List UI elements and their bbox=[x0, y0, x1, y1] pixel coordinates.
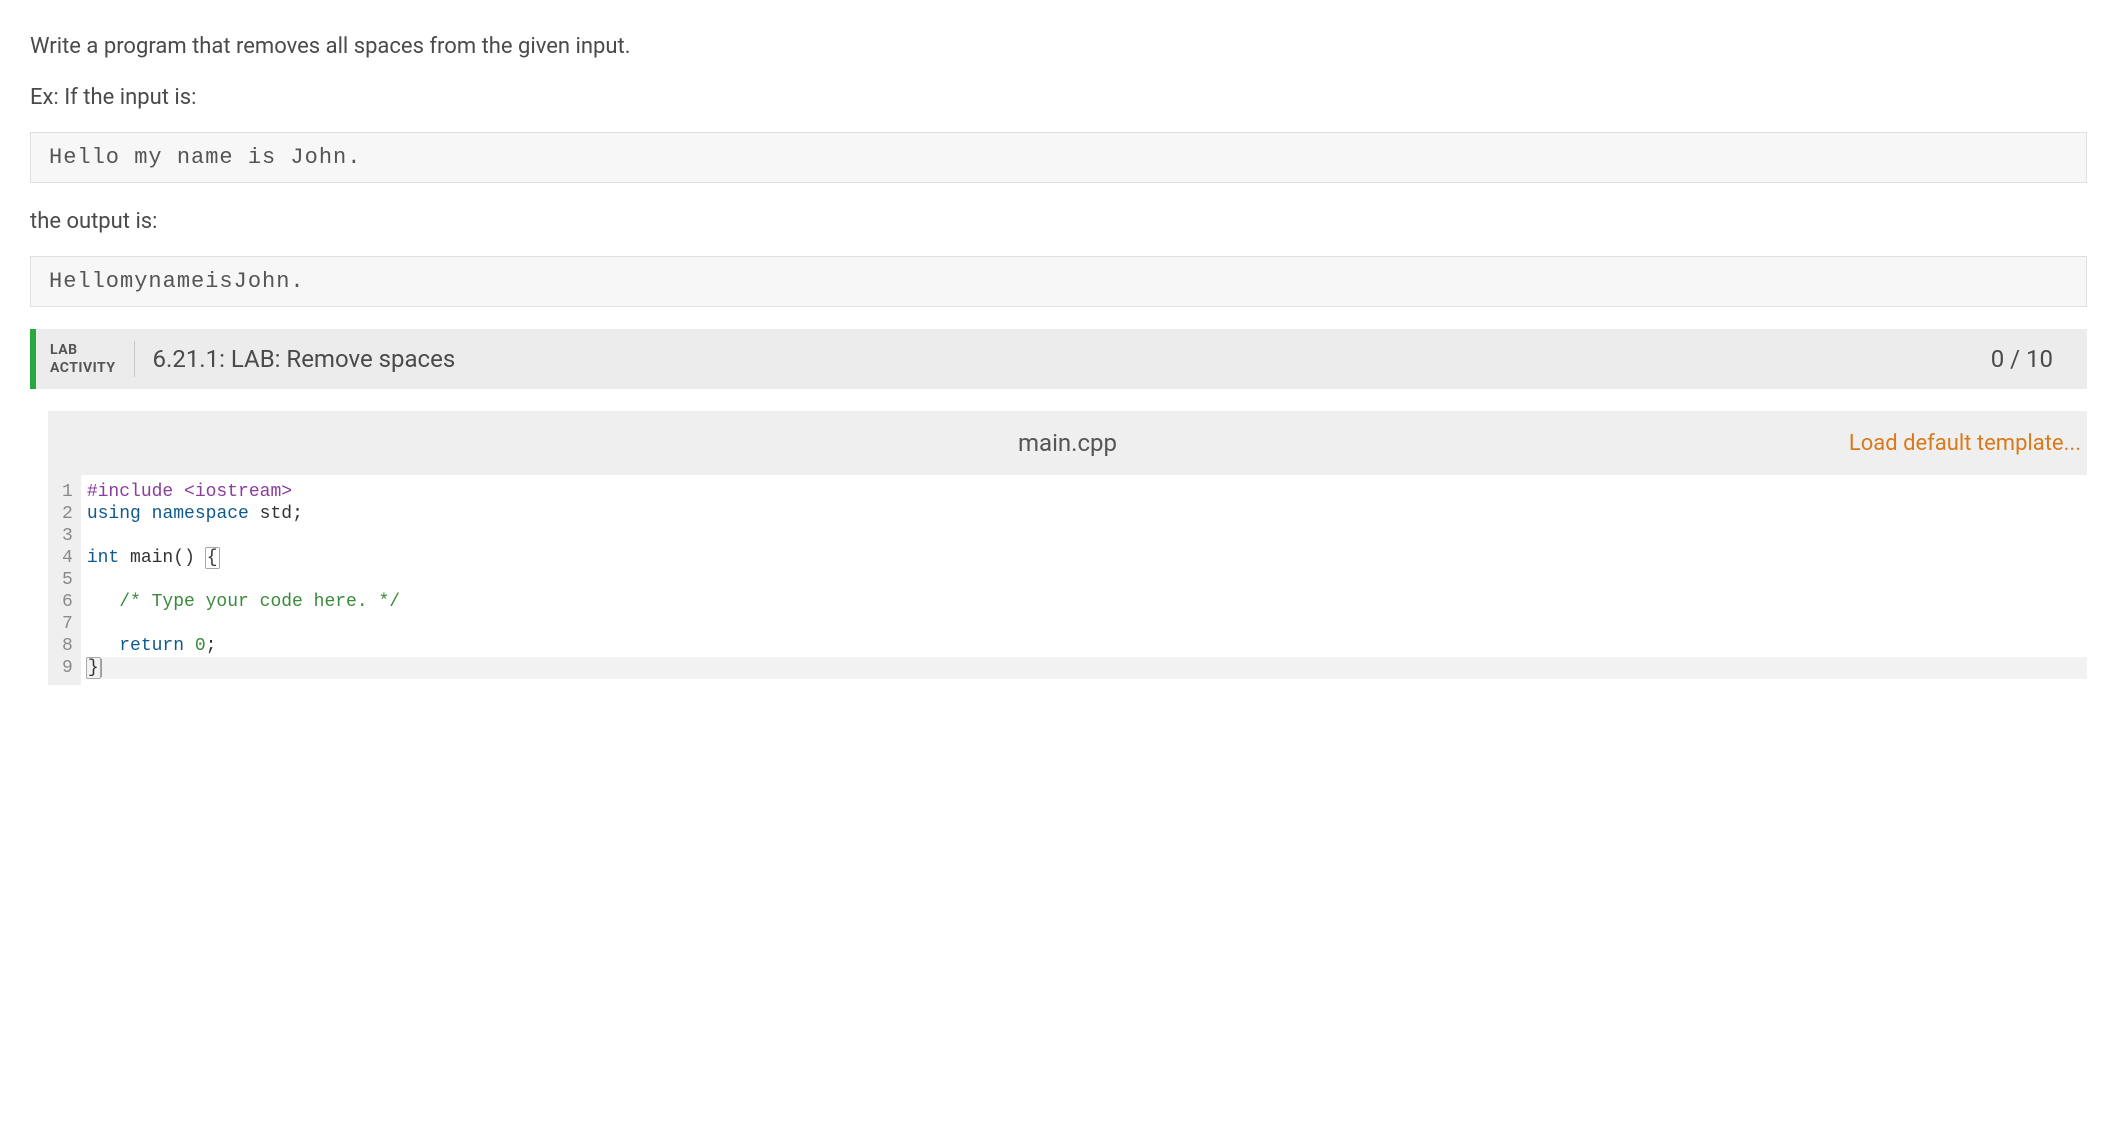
code-line[interactable]: return 0; bbox=[87, 635, 2087, 657]
lab-score: 0 / 10 bbox=[1991, 345, 2053, 373]
lab-badge-line1: LAB bbox=[50, 341, 116, 359]
line-number: 1 bbox=[62, 481, 73, 503]
lab-header: LAB ACTIVITY 6.21.1: LAB: Remove spaces … bbox=[30, 329, 2087, 389]
line-number: 6 bbox=[62, 591, 73, 613]
prompt-output-label: the output is: bbox=[30, 205, 2087, 238]
example-output-block: HellomynameisJohn. bbox=[30, 256, 2087, 307]
code-line[interactable] bbox=[87, 525, 2087, 547]
editor-panel: main.cpp Load default template... 123456… bbox=[48, 411, 2087, 685]
line-number-gutter: 123456789 bbox=[48, 475, 81, 685]
code-line[interactable]: } bbox=[87, 657, 2087, 679]
line-number: 3 bbox=[62, 525, 73, 547]
editor-tabbar: main.cpp Load default template... bbox=[48, 411, 2087, 475]
prompt-example-label: Ex: If the input is: bbox=[30, 81, 2087, 114]
load-default-template-link[interactable]: Load default template... bbox=[1849, 431, 2087, 456]
code-line[interactable]: using namespace std; bbox=[87, 503, 2087, 525]
lab-badge-line2: ACTIVITY bbox=[50, 359, 116, 377]
line-number: 9 bbox=[62, 657, 73, 679]
code-line[interactable] bbox=[87, 613, 2087, 635]
line-number: 8 bbox=[62, 635, 73, 657]
prompt-intro: Write a program that removes all spaces … bbox=[30, 30, 2087, 63]
line-number: 2 bbox=[62, 503, 73, 525]
code-line[interactable]: /* Type your code here. */ bbox=[87, 591, 2087, 613]
code-line[interactable]: int main() { bbox=[87, 547, 2087, 569]
code-line[interactable] bbox=[87, 569, 2087, 591]
code-line[interactable]: #include <iostream> bbox=[87, 481, 2087, 503]
editor-body: 123456789 #include <iostream>using names… bbox=[48, 475, 2087, 685]
line-number: 5 bbox=[62, 569, 73, 591]
lab-activity-badge: LAB ACTIVITY bbox=[50, 341, 135, 377]
page-container: Write a program that removes all spaces … bbox=[0, 0, 2117, 685]
example-input-block: Hello my name is John. bbox=[30, 132, 2087, 183]
editor-filename: main.cpp bbox=[1018, 429, 1117, 457]
line-number: 7 bbox=[62, 613, 73, 635]
code-editor[interactable]: #include <iostream>using namespace std; … bbox=[81, 475, 2087, 685]
line-number: 4 bbox=[62, 547, 73, 569]
lab-title: 6.21.1: LAB: Remove spaces bbox=[153, 345, 1991, 373]
